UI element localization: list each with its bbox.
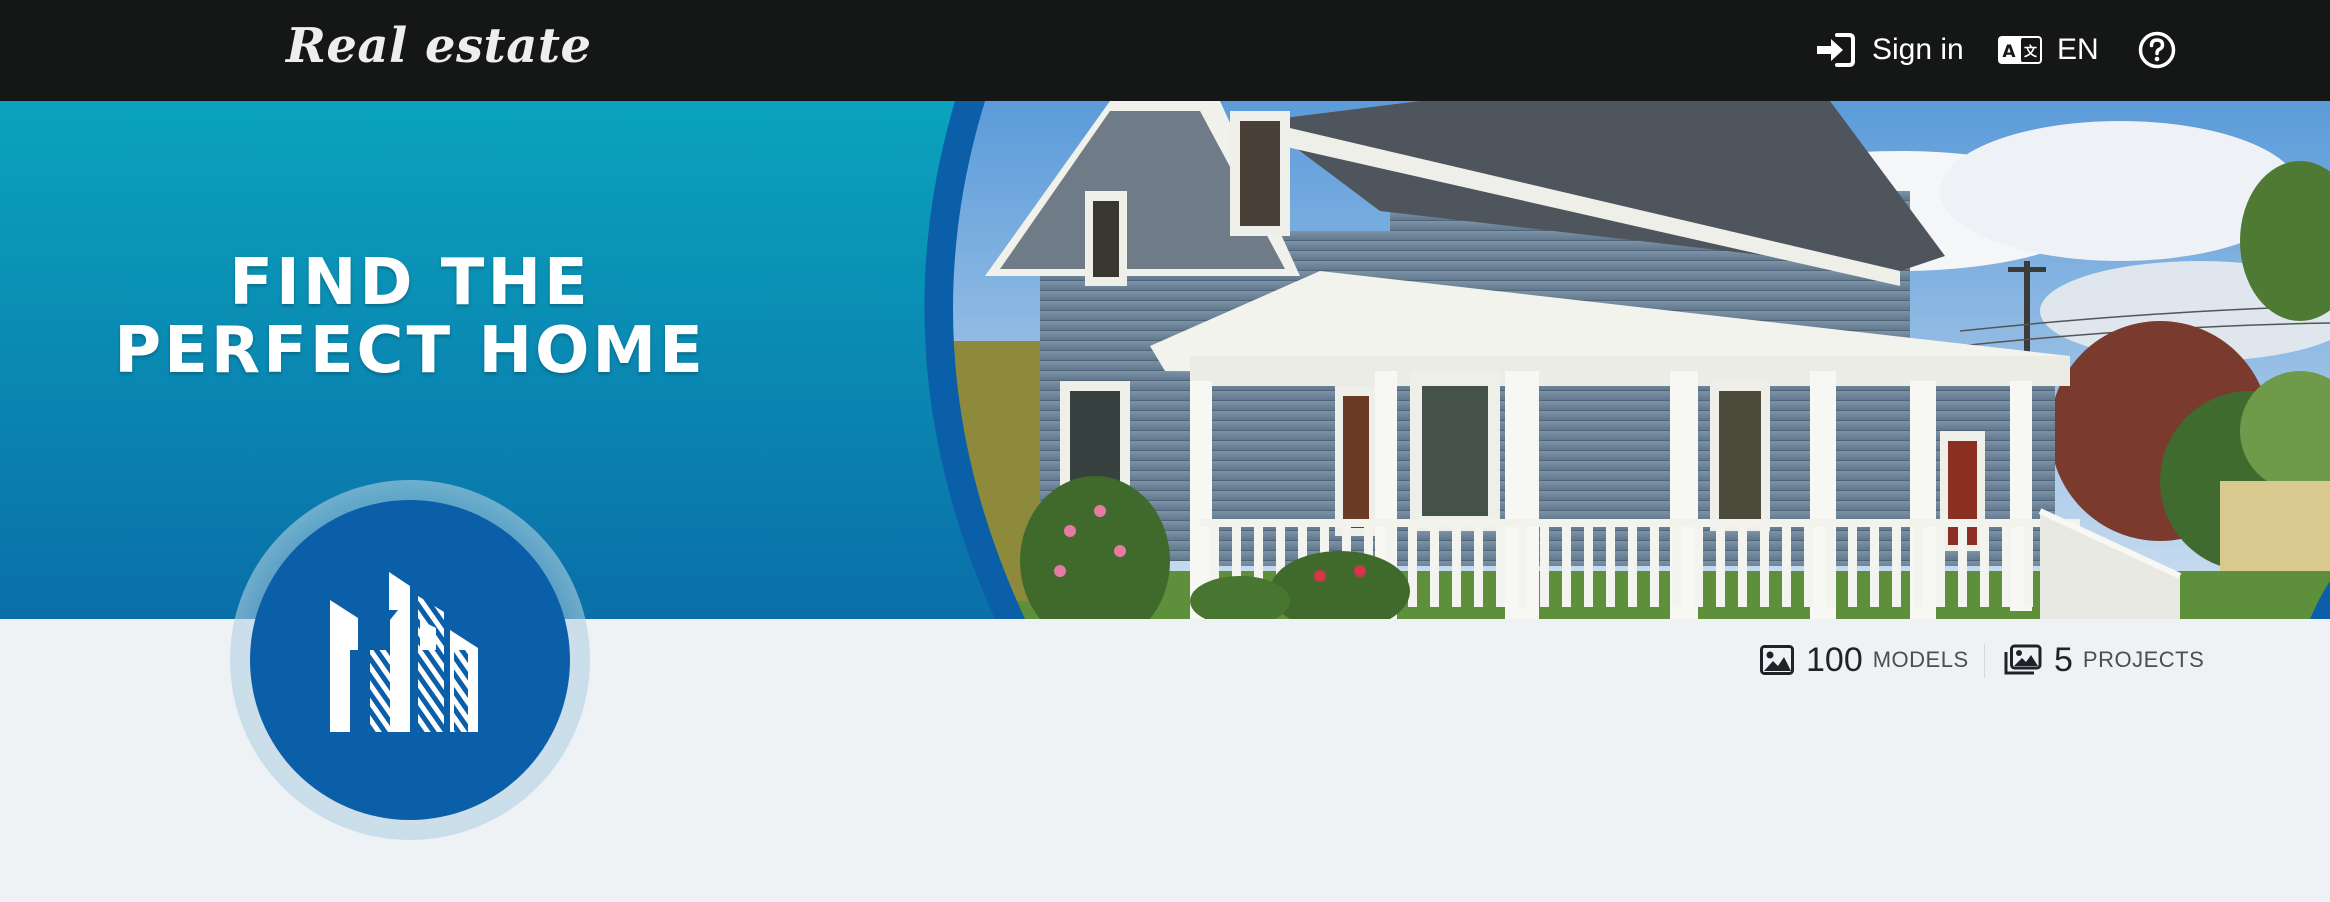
projects-count: 5 — [2054, 640, 2073, 679]
projects-stat[interactable]: 5 PROJECTS — [2004, 640, 2204, 680]
company-avatar[interactable] — [250, 500, 570, 820]
stats-divider — [1984, 644, 1985, 678]
headline-line-1: FIND THE — [229, 246, 591, 320]
svg-text:A: A — [2002, 42, 2016, 62]
image-icon — [1760, 645, 1794, 675]
sign-in-label: Sign in — [1872, 33, 1964, 66]
help-button[interactable] — [2138, 30, 2176, 70]
svg-text:文: 文 — [2024, 44, 2038, 60]
headline-line-2: PERFECT HOME — [114, 314, 706, 388]
language-selector[interactable]: A 文 EN — [1997, 30, 2099, 70]
buildings-logo-icon — [330, 572, 478, 732]
sign-in-icon — [1817, 33, 1855, 67]
images-icon — [2004, 644, 2042, 675]
models-stat[interactable]: 100 MODELS — [1760, 640, 1969, 680]
language-label: EN — [2057, 33, 2099, 66]
question-circle-icon — [2138, 31, 2176, 69]
models-count: 100 — [1806, 640, 1863, 679]
sign-in-button[interactable]: Sign in — [1815, 30, 1964, 70]
models-label: MODELS — [1872, 647, 1969, 672]
brand-logo-text[interactable]: Real estate — [286, 18, 592, 74]
top-navigation-bar: Real estate Sign in A 文 EN — [0, 0, 2330, 101]
translate-icon: A 文 — [1998, 36, 2042, 64]
projects-label: PROJECTS — [2082, 647, 2205, 672]
